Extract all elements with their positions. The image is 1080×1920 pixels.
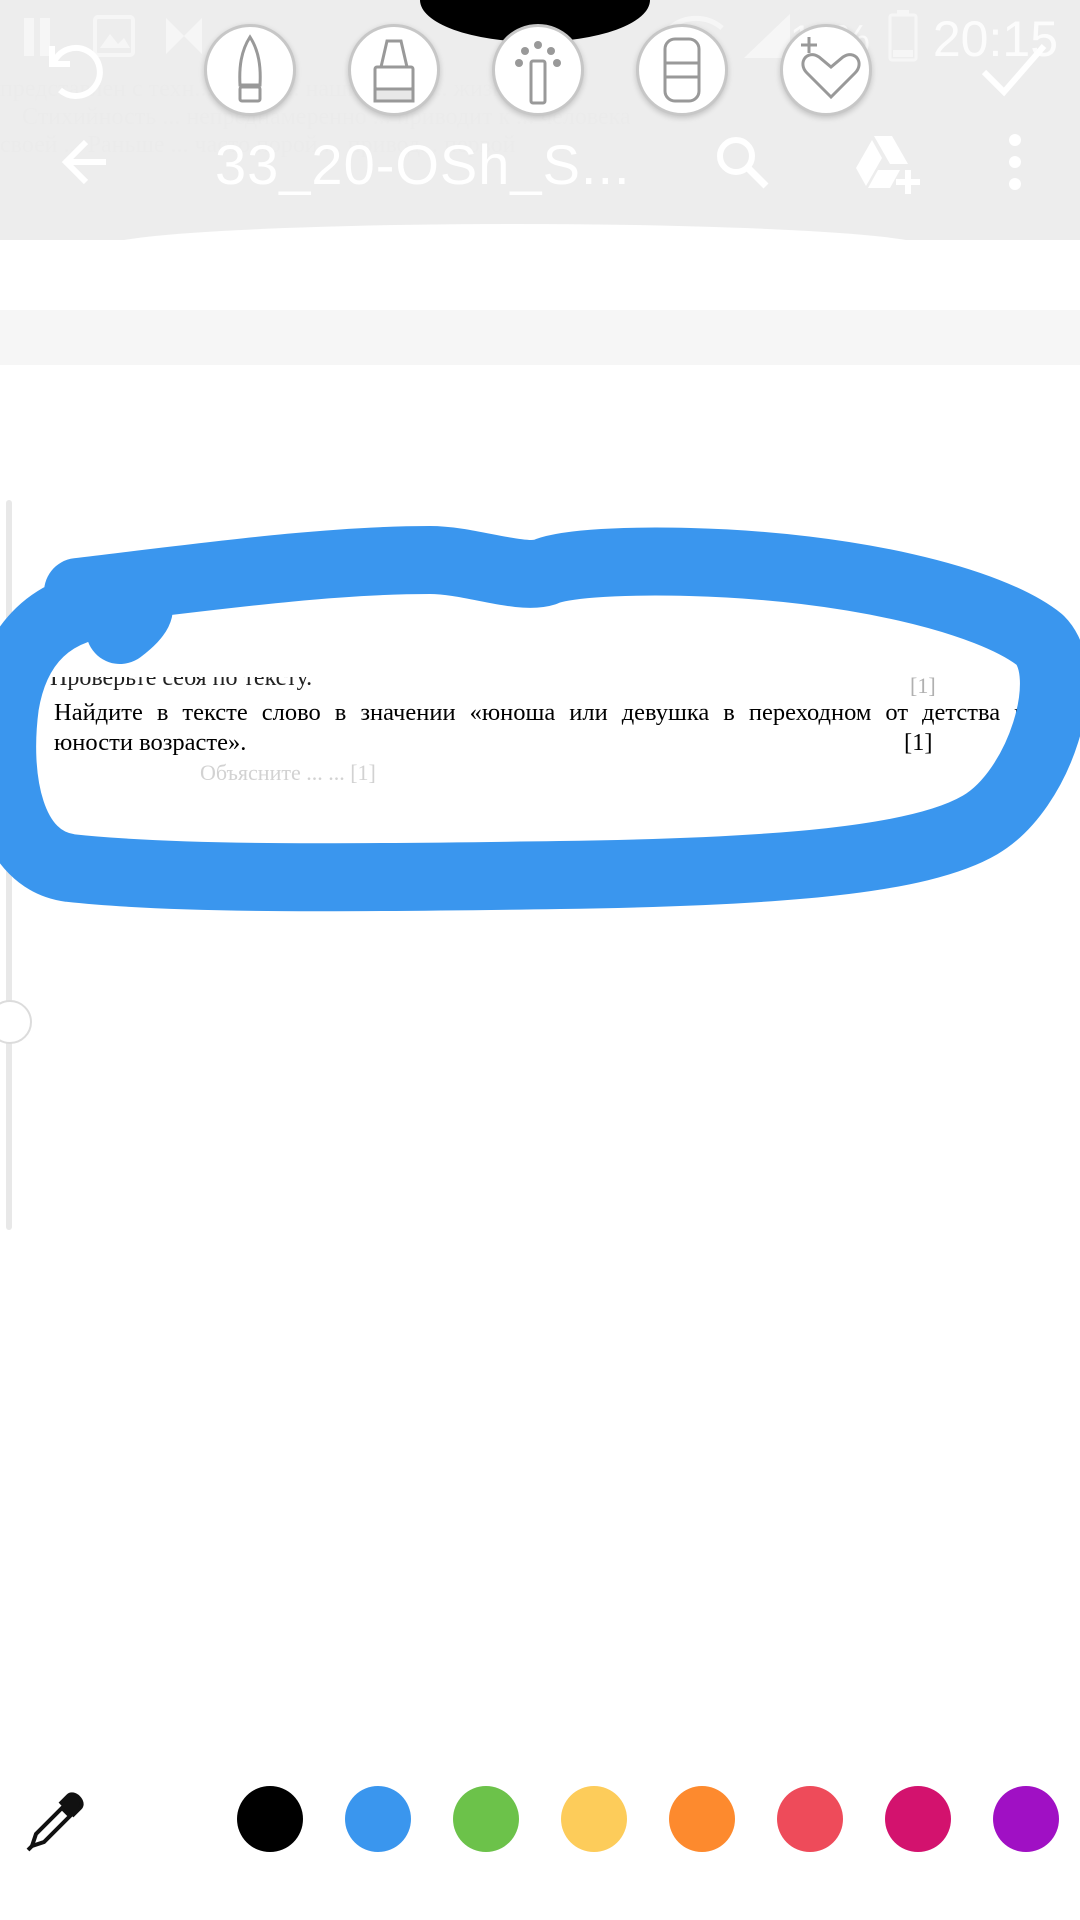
color-palette xyxy=(0,1770,1080,1880)
question-text-line1: Найдите в тексте слово в значении «юноша… xyxy=(54,699,1026,726)
question-prev-score: [1] xyxy=(910,673,936,698)
marker-icon xyxy=(373,39,415,103)
pen-tool[interactable] xyxy=(204,24,296,116)
document-title: 33_20-OSh_S... xyxy=(215,133,631,196)
more-vert-icon[interactable] xyxy=(1000,132,1030,194)
eraser-icon xyxy=(663,37,701,103)
page-scroll-track[interactable] xyxy=(6,500,12,1230)
eraser-tool[interactable] xyxy=(636,24,728,116)
blue-ellipse-annotation xyxy=(0,526,1080,912)
question-text-line2: юности возрасте». xyxy=(54,729,247,756)
color-swatch-magenta[interactable] xyxy=(885,1786,951,1852)
page-scroll-thumb[interactable] xyxy=(0,1000,32,1044)
question-next-line: Объясните ... ... [1] xyxy=(200,760,376,785)
background-document: представлен с техн... права ... нашим ..… xyxy=(0,0,1080,1920)
sticker-icon xyxy=(801,37,861,100)
color-swatch-yellow[interactable] xyxy=(561,1786,627,1852)
done-check-icon[interactable] xyxy=(978,38,1050,102)
undo-icon[interactable] xyxy=(36,30,108,102)
question-prev-line: Проверьте себя по тексту. xyxy=(50,665,313,691)
color-swatch-red[interactable] xyxy=(777,1786,843,1852)
search-icon[interactable] xyxy=(712,132,772,192)
airbrush-tool[interactable] xyxy=(492,24,584,116)
color-swatch-purple[interactable] xyxy=(993,1786,1059,1852)
back-arrow-icon[interactable] xyxy=(58,134,114,190)
sticker-tool[interactable] xyxy=(780,24,872,116)
color-swatch-blue[interactable] xyxy=(345,1786,411,1852)
drive-add-icon[interactable] xyxy=(852,132,922,194)
pen-toolbar xyxy=(0,0,1080,130)
color-swatch-black[interactable] xyxy=(237,1786,303,1852)
marker-tool[interactable] xyxy=(348,24,440,116)
faded-band xyxy=(0,310,1080,365)
color-swatch-orange[interactable] xyxy=(669,1786,735,1852)
color-swatch-green[interactable] xyxy=(453,1786,519,1852)
eyedropper-icon[interactable] xyxy=(22,1790,88,1856)
pen-icon xyxy=(238,34,262,103)
airbrush-icon xyxy=(515,41,561,105)
question-score: [1] xyxy=(904,729,933,756)
